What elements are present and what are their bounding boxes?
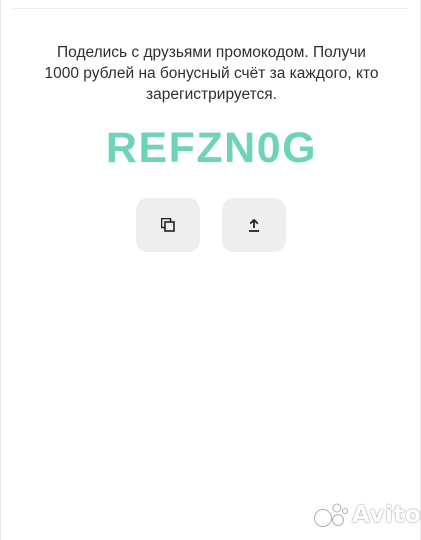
description-line-1: Поделись с друзьями промокодом. Получи — [57, 44, 366, 61]
avito-watermark: Avito — [314, 500, 421, 530]
share-button[interactable] — [222, 198, 286, 252]
description-line-3: зарегистрируется. — [146, 86, 277, 103]
description-line-2: 1000 рублей на бонусный счёт за каждого,… — [44, 65, 379, 82]
watermark-text: Avito — [352, 502, 421, 528]
avito-logo-icon — [314, 503, 348, 527]
share-upload-icon — [248, 218, 260, 232]
referral-panel: Поделись с друзьями промокодом. Получи 1… — [0, 0, 421, 540]
copy-icon — [161, 218, 175, 232]
copy-code-button[interactable] — [136, 198, 200, 252]
referral-description: Поделись с друзьями промокодом. Получи 1… — [29, 42, 394, 105]
promo-code: REFZN0G — [105, 124, 318, 172]
top-divider — [13, 8, 408, 9]
